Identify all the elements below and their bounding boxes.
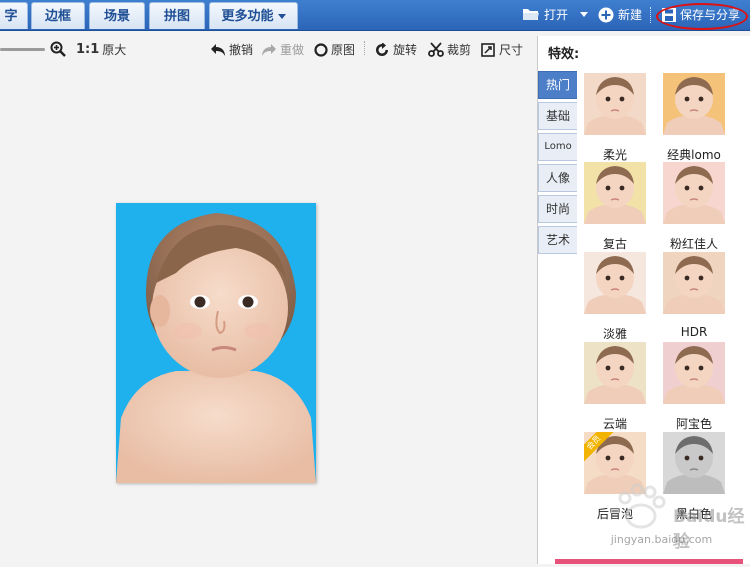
effect-thumbnail[interactable]: [584, 162, 646, 224]
folder-icon: [523, 9, 539, 20]
effect-thumbnail[interactable]: [584, 73, 646, 135]
new-label: 新建: [618, 8, 643, 22]
effect-preview-image: [584, 342, 646, 404]
category-tab-hot[interactable]: 热门: [538, 71, 577, 99]
plus-circle-icon: [598, 7, 614, 22]
crop-label: 裁剪: [447, 43, 472, 57]
tab-scene-label: 场景: [103, 9, 130, 24]
effect-preview-image: [584, 73, 646, 135]
scissors-icon: [428, 42, 444, 57]
effect-preview-image: [584, 252, 646, 314]
effect-label[interactable]: HDR: [654, 325, 734, 339]
effect-preview-image: [663, 162, 725, 224]
baidu-watermark: Baidu经验 jingyan.baidu.com: [573, 476, 750, 564]
tab-collage[interactable]: 拼图: [149, 2, 205, 29]
ratio-label: 1:1: [76, 42, 100, 57]
baby-photo: [116, 203, 316, 483]
effect-thumbnail[interactable]: [663, 162, 725, 224]
category-tab-art[interactable]: 艺术: [538, 226, 577, 254]
tab-more-label: 更多功能: [221, 9, 274, 24]
resize-icon: [481, 42, 495, 57]
open-dropdown-icon[interactable]: [580, 12, 589, 17]
tab-more-features[interactable]: 更多功能: [209, 2, 298, 29]
category-label: Lomo: [544, 141, 572, 152]
category-tab-lomo[interactable]: Lomo: [538, 133, 577, 161]
undo-button[interactable]: 撤销: [210, 41, 253, 58]
effect-thumbnail[interactable]: [584, 342, 646, 404]
top-bar: 字 边框 场景 拼图 更多功能 打开 新建 保存与分享: [0, 0, 750, 31]
new-button[interactable]: 新建: [598, 6, 642, 23]
undo-icon: [211, 43, 225, 56]
effect-preview-image: [663, 342, 725, 404]
category-label: 人像: [545, 171, 570, 185]
category-tab-basic[interactable]: 基础: [538, 102, 577, 130]
effects-title: 特效:: [548, 47, 580, 62]
effect-preview-image: [584, 162, 646, 224]
watermark-url: jingyan.baidu.com: [610, 533, 713, 546]
chevron-down-icon: [277, 14, 286, 19]
photo-canvas[interactable]: [116, 203, 316, 483]
tab-text[interactable]: 字: [0, 2, 28, 29]
divider: [650, 7, 652, 23]
circle-icon: [314, 42, 328, 57]
tab-text-label: 字: [4, 9, 18, 24]
original-label: 原图: [331, 43, 356, 57]
effect-label[interactable]: 粉红佳人: [654, 235, 734, 252]
rotate-icon: [376, 42, 388, 56]
zoom-in-button[interactable]: [50, 41, 66, 57]
redo-icon: [262, 43, 276, 56]
effect-thumbnail[interactable]: [663, 73, 725, 135]
tab-scene[interactable]: 场景: [89, 2, 145, 29]
open-label: 打开: [544, 8, 569, 22]
rotate-button[interactable]: 旋转: [374, 41, 417, 58]
category-label: 热门: [545, 78, 570, 92]
effect-label[interactable]: 淡雅: [575, 325, 655, 342]
redo-label: 重做: [280, 43, 305, 57]
original-image-button[interactable]: 原图: [314, 41, 355, 58]
size-label: 尺寸: [499, 43, 524, 57]
toolbar-divider: [364, 41, 366, 55]
category-label: 时尚: [545, 202, 570, 216]
category-label: 基础: [545, 109, 570, 123]
effect-preview-image: [663, 73, 725, 135]
resize-button[interactable]: 尺寸: [481, 41, 523, 58]
effect-thumbnail[interactable]: [663, 252, 725, 314]
zoom-slider[interactable]: [0, 48, 45, 51]
crop-button[interactable]: 裁剪: [428, 41, 471, 58]
category-tab-fashion[interactable]: 时尚: [538, 195, 577, 223]
effect-label[interactable]: 复古: [575, 235, 655, 252]
effect-label[interactable]: 柔光: [575, 146, 655, 163]
effect-label[interactable]: 阿宝色: [654, 415, 734, 432]
effect-label[interactable]: 云端: [575, 415, 655, 432]
category-tab-portrait[interactable]: 人像: [538, 164, 577, 192]
effect-label[interactable]: 经典lomo: [654, 146, 734, 163]
tab-border[interactable]: 边框: [31, 2, 85, 29]
effect-thumbnail[interactable]: [584, 252, 646, 314]
rotate-label: 旋转: [393, 43, 418, 57]
effect-thumbnail[interactable]: [663, 342, 725, 404]
open-button[interactable]: 打开: [522, 6, 589, 23]
undo-label: 撤销: [229, 43, 254, 57]
original-size-label: 原大: [102, 43, 127, 57]
save-highlight-ring: [656, 3, 748, 30]
category-label: 艺术: [545, 233, 570, 247]
tab-collage-label: 拼图: [163, 9, 190, 24]
actual-size-button[interactable]: 1:1 原大: [76, 41, 126, 58]
zoom-in-icon: [50, 41, 66, 57]
tab-border-label: 边框: [44, 9, 71, 24]
effect-preview-image: [663, 252, 725, 314]
redo-button[interactable]: 重做: [261, 41, 304, 58]
